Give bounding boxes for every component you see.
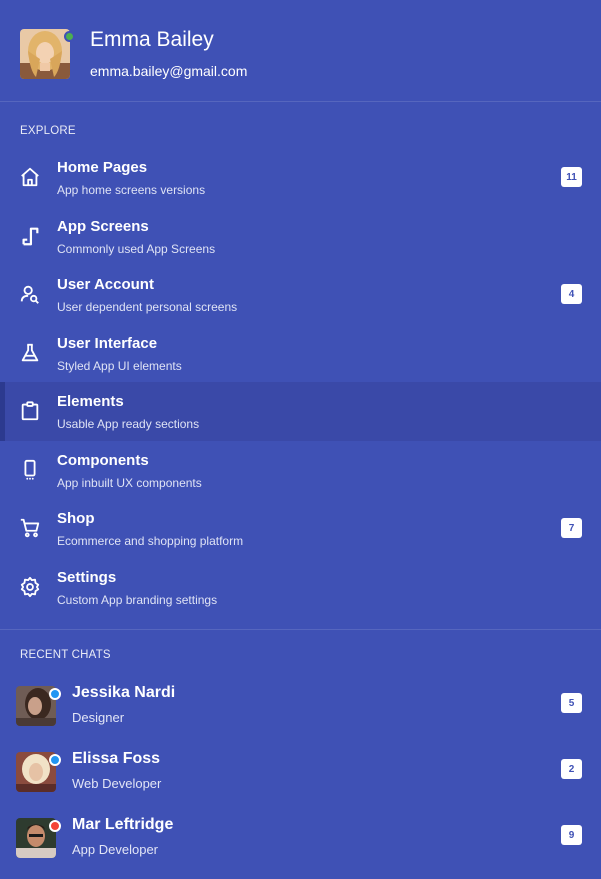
- nav-item-app-screens[interactable]: App Screens Commonly used App Screens: [0, 207, 601, 266]
- count-badge: 4: [561, 284, 582, 304]
- home-icon: [19, 166, 41, 188]
- count-badge: 5: [561, 693, 582, 713]
- nav-item-subtitle: App home screens versions: [57, 183, 206, 197]
- nav-item-subtitle: User dependent personal screens: [57, 300, 238, 314]
- count-badge: 2: [561, 759, 582, 779]
- chat-item-mar-leftridge[interactable]: Mar Leftridge App Developer 9: [0, 806, 601, 872]
- app-screens-icon: [19, 225, 41, 247]
- gear-icon: [19, 576, 41, 598]
- chat-role: Designer: [72, 710, 125, 725]
- nav-item-title: Shop: [57, 510, 95, 527]
- section-divider: [0, 629, 601, 630]
- nav-item-title: Elements: [57, 393, 124, 410]
- nav-item-title: User Account: [57, 276, 154, 293]
- explore-section-label: EXPLORE: [20, 125, 76, 137]
- nav-item-title: User Interface: [57, 334, 158, 352]
- nav-item-subtitle: Styled App UI elements: [57, 358, 182, 373]
- explore-nav: Home Pages App home screens versions 11 …: [0, 148, 601, 616]
- profile-name: Emma Bailey: [90, 28, 214, 51]
- nav-item-settings[interactable]: Settings Custom App branding settings: [0, 558, 601, 617]
- mobile-icon: [19, 459, 41, 481]
- count-badge: 11: [561, 167, 582, 187]
- nav-item-subtitle: Usable App ready sections: [57, 417, 200, 431]
- chat-role: App Developer: [72, 842, 158, 857]
- chat-item-elissa-foss[interactable]: Elissa Foss Web Developer 2: [0, 740, 601, 806]
- user-search-icon: [19, 283, 41, 305]
- online-status-dot: [64, 31, 75, 42]
- status-dot: [49, 754, 61, 766]
- profile-email: emma.bailey@gmail.com: [90, 63, 248, 79]
- avatar[interactable]: [20, 29, 70, 79]
- count-badge: 7: [561, 518, 582, 538]
- nav-item-title: Home Pages: [57, 159, 148, 176]
- recent-chats-section-label: RECENT CHATS: [20, 649, 111, 661]
- chat-item-jessika-nardi[interactable]: Jessika Nardi Designer 5: [0, 674, 601, 740]
- nav-item-home-pages[interactable]: Home Pages App home screens versions 11: [0, 148, 601, 207]
- nav-item-subtitle: Commonly used App Screens: [57, 241, 216, 256]
- nav-item-subtitle: App inbuilt UX components: [57, 475, 202, 490]
- nav-item-title: App Screens: [57, 217, 149, 235]
- profile-header: Emma Bailey emma.bailey@gmail.com: [0, 0, 601, 102]
- clipboard-icon: [19, 400, 41, 422]
- chat-name: Mar Leftridge: [72, 816, 174, 833]
- chat-name: Elissa Foss: [72, 750, 161, 767]
- status-dot: [49, 820, 61, 832]
- nav-item-shop[interactable]: Shop Ecommerce and shopping platform 7: [0, 499, 601, 558]
- nav-item-user-interface[interactable]: User Interface Styled App UI elements: [0, 324, 601, 383]
- nav-item-title: Components: [57, 451, 149, 469]
- nav-item-subtitle: Custom App branding settings: [57, 592, 218, 607]
- recent-chats-list: Jessika Nardi Designer 5 Elissa Foss Web…: [0, 674, 601, 872]
- nav-item-user-account[interactable]: User Account User dependent personal scr…: [0, 265, 601, 324]
- nav-item-subtitle: Ecommerce and shopping platform: [57, 534, 244, 548]
- count-badge: 9: [561, 825, 582, 845]
- nav-item-elements[interactable]: Elements Usable App ready sections: [0, 382, 601, 441]
- chat-name: Jessika Nardi: [72, 684, 176, 701]
- nav-item-components[interactable]: Components App inbuilt UX components: [0, 441, 601, 500]
- cart-icon: [19, 517, 41, 539]
- status-dot: [49, 688, 61, 700]
- chat-role: Web Developer: [72, 776, 162, 791]
- nav-item-title: Settings: [57, 568, 117, 586]
- flask-icon: [19, 342, 41, 364]
